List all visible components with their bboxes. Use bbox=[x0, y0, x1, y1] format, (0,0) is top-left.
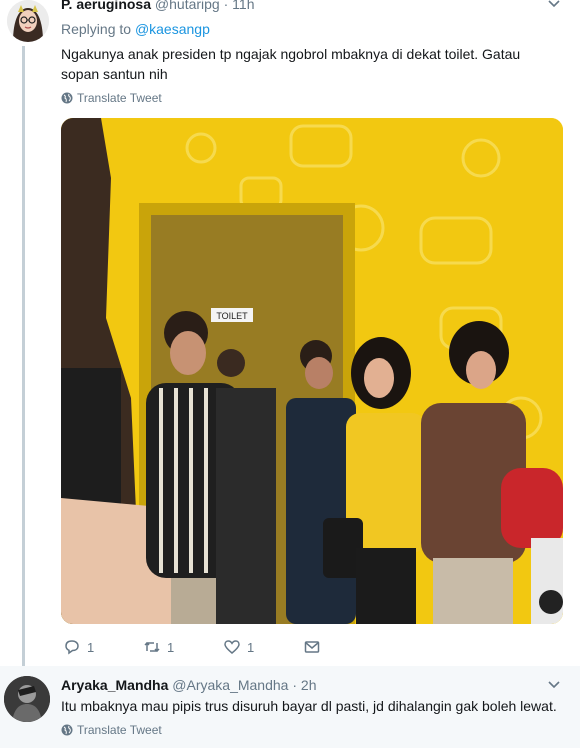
tweet-1[interactable]: P. aeruginosa @hutaripg · 11h Replying t… bbox=[0, 0, 580, 666]
photo-image: TOILET bbox=[61, 118, 563, 624]
envelope-icon bbox=[304, 641, 320, 653]
chevron-down-icon[interactable] bbox=[547, 0, 561, 12]
replying-to-link[interactable]: @kaesangp bbox=[135, 21, 210, 37]
avatar[interactable] bbox=[7, 0, 49, 42]
retweet-button[interactable]: 1 bbox=[143, 638, 223, 656]
user-handle[interactable]: @Aryaka_Mandha bbox=[172, 677, 288, 693]
timestamp[interactable]: 2h bbox=[301, 677, 317, 693]
translate-tweet-link[interactable]: Translate Tweet bbox=[61, 723, 162, 737]
avatar-image bbox=[4, 676, 50, 722]
thread-line bbox=[22, 46, 25, 666]
heart-icon bbox=[224, 640, 240, 654]
reply-button[interactable]: 1 bbox=[63, 638, 143, 656]
toilet-sign: TOILET bbox=[216, 311, 248, 321]
globe-icon bbox=[61, 724, 73, 736]
avatar[interactable] bbox=[4, 676, 50, 722]
separator: · bbox=[292, 677, 298, 693]
reply-icon bbox=[65, 640, 79, 655]
retweet-count: 1 bbox=[167, 639, 175, 655]
display-name[interactable]: Aryaka_Mandha bbox=[61, 677, 168, 693]
globe-icon bbox=[61, 92, 73, 104]
display-name[interactable]: P. aeruginosa bbox=[61, 0, 151, 12]
separator: · bbox=[223, 0, 229, 12]
replying-prefix: Replying to bbox=[61, 21, 132, 37]
tweet-photo[interactable]: TOILET bbox=[61, 118, 563, 624]
replying-to: Replying to @kaesangp bbox=[61, 21, 210, 37]
like-button[interactable]: 1 bbox=[223, 638, 303, 656]
reply-count: 1 bbox=[87, 639, 95, 655]
avatar-image bbox=[7, 0, 49, 42]
dm-button[interactable] bbox=[303, 638, 383, 656]
tweet-header: P. aeruginosa @hutaripg · 11h bbox=[61, 0, 255, 12]
tweet-text: Ngakunya anak presiden tp ngajak ngobrol… bbox=[61, 46, 521, 82]
translate-label: Translate Tweet bbox=[77, 91, 162, 105]
tweet-actions: 1 1 1 bbox=[63, 638, 383, 656]
tweet-text: Itu mbaknya mau pipis trus disuruh bayar… bbox=[61, 698, 557, 714]
like-count: 1 bbox=[247, 639, 255, 655]
user-handle[interactable]: @hutaripg bbox=[155, 0, 220, 12]
tweet-header: Aryaka_Mandha @Aryaka_Mandha · 2h bbox=[61, 677, 316, 693]
translate-tweet-link[interactable]: Translate Tweet bbox=[61, 91, 162, 105]
translate-label: Translate Tweet bbox=[77, 723, 162, 737]
chevron-down-icon[interactable] bbox=[547, 679, 561, 693]
tweet-2[interactable]: Aryaka_Mandha @Aryaka_Mandha · 2h Itu mb… bbox=[0, 666, 580, 748]
timestamp[interactable]: 11h bbox=[232, 0, 254, 12]
retweet-icon bbox=[144, 641, 160, 653]
